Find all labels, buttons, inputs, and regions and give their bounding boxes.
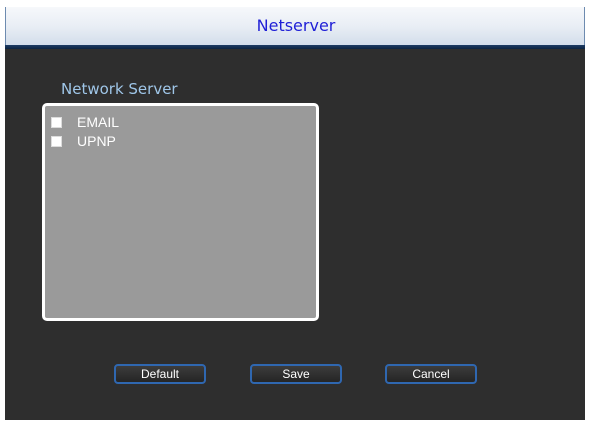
list-item-label: EMAIL — [77, 114, 120, 130]
cancel-button[interactable]: Cancel — [385, 364, 477, 384]
email-checkbox[interactable] — [51, 116, 62, 128]
title-divider — [5, 45, 585, 49]
network-server-list[interactable]: EMAIL UPNP — [42, 103, 319, 321]
netserver-dialog: Netserver Network Server EMAIL UPNP Defa… — [5, 7, 585, 420]
list-item-upnp[interactable]: UPNP — [51, 131, 116, 151]
title-bar: Netserver — [5, 7, 585, 45]
list-item-email[interactable]: EMAIL — [51, 112, 119, 132]
section-label: Network Server — [61, 80, 178, 98]
default-button[interactable]: Default — [114, 364, 206, 384]
save-button[interactable]: Save — [250, 364, 342, 384]
window-title: Netserver — [256, 16, 336, 35]
list-item-label: UPNP — [77, 133, 116, 149]
upnp-checkbox[interactable] — [51, 135, 62, 147]
